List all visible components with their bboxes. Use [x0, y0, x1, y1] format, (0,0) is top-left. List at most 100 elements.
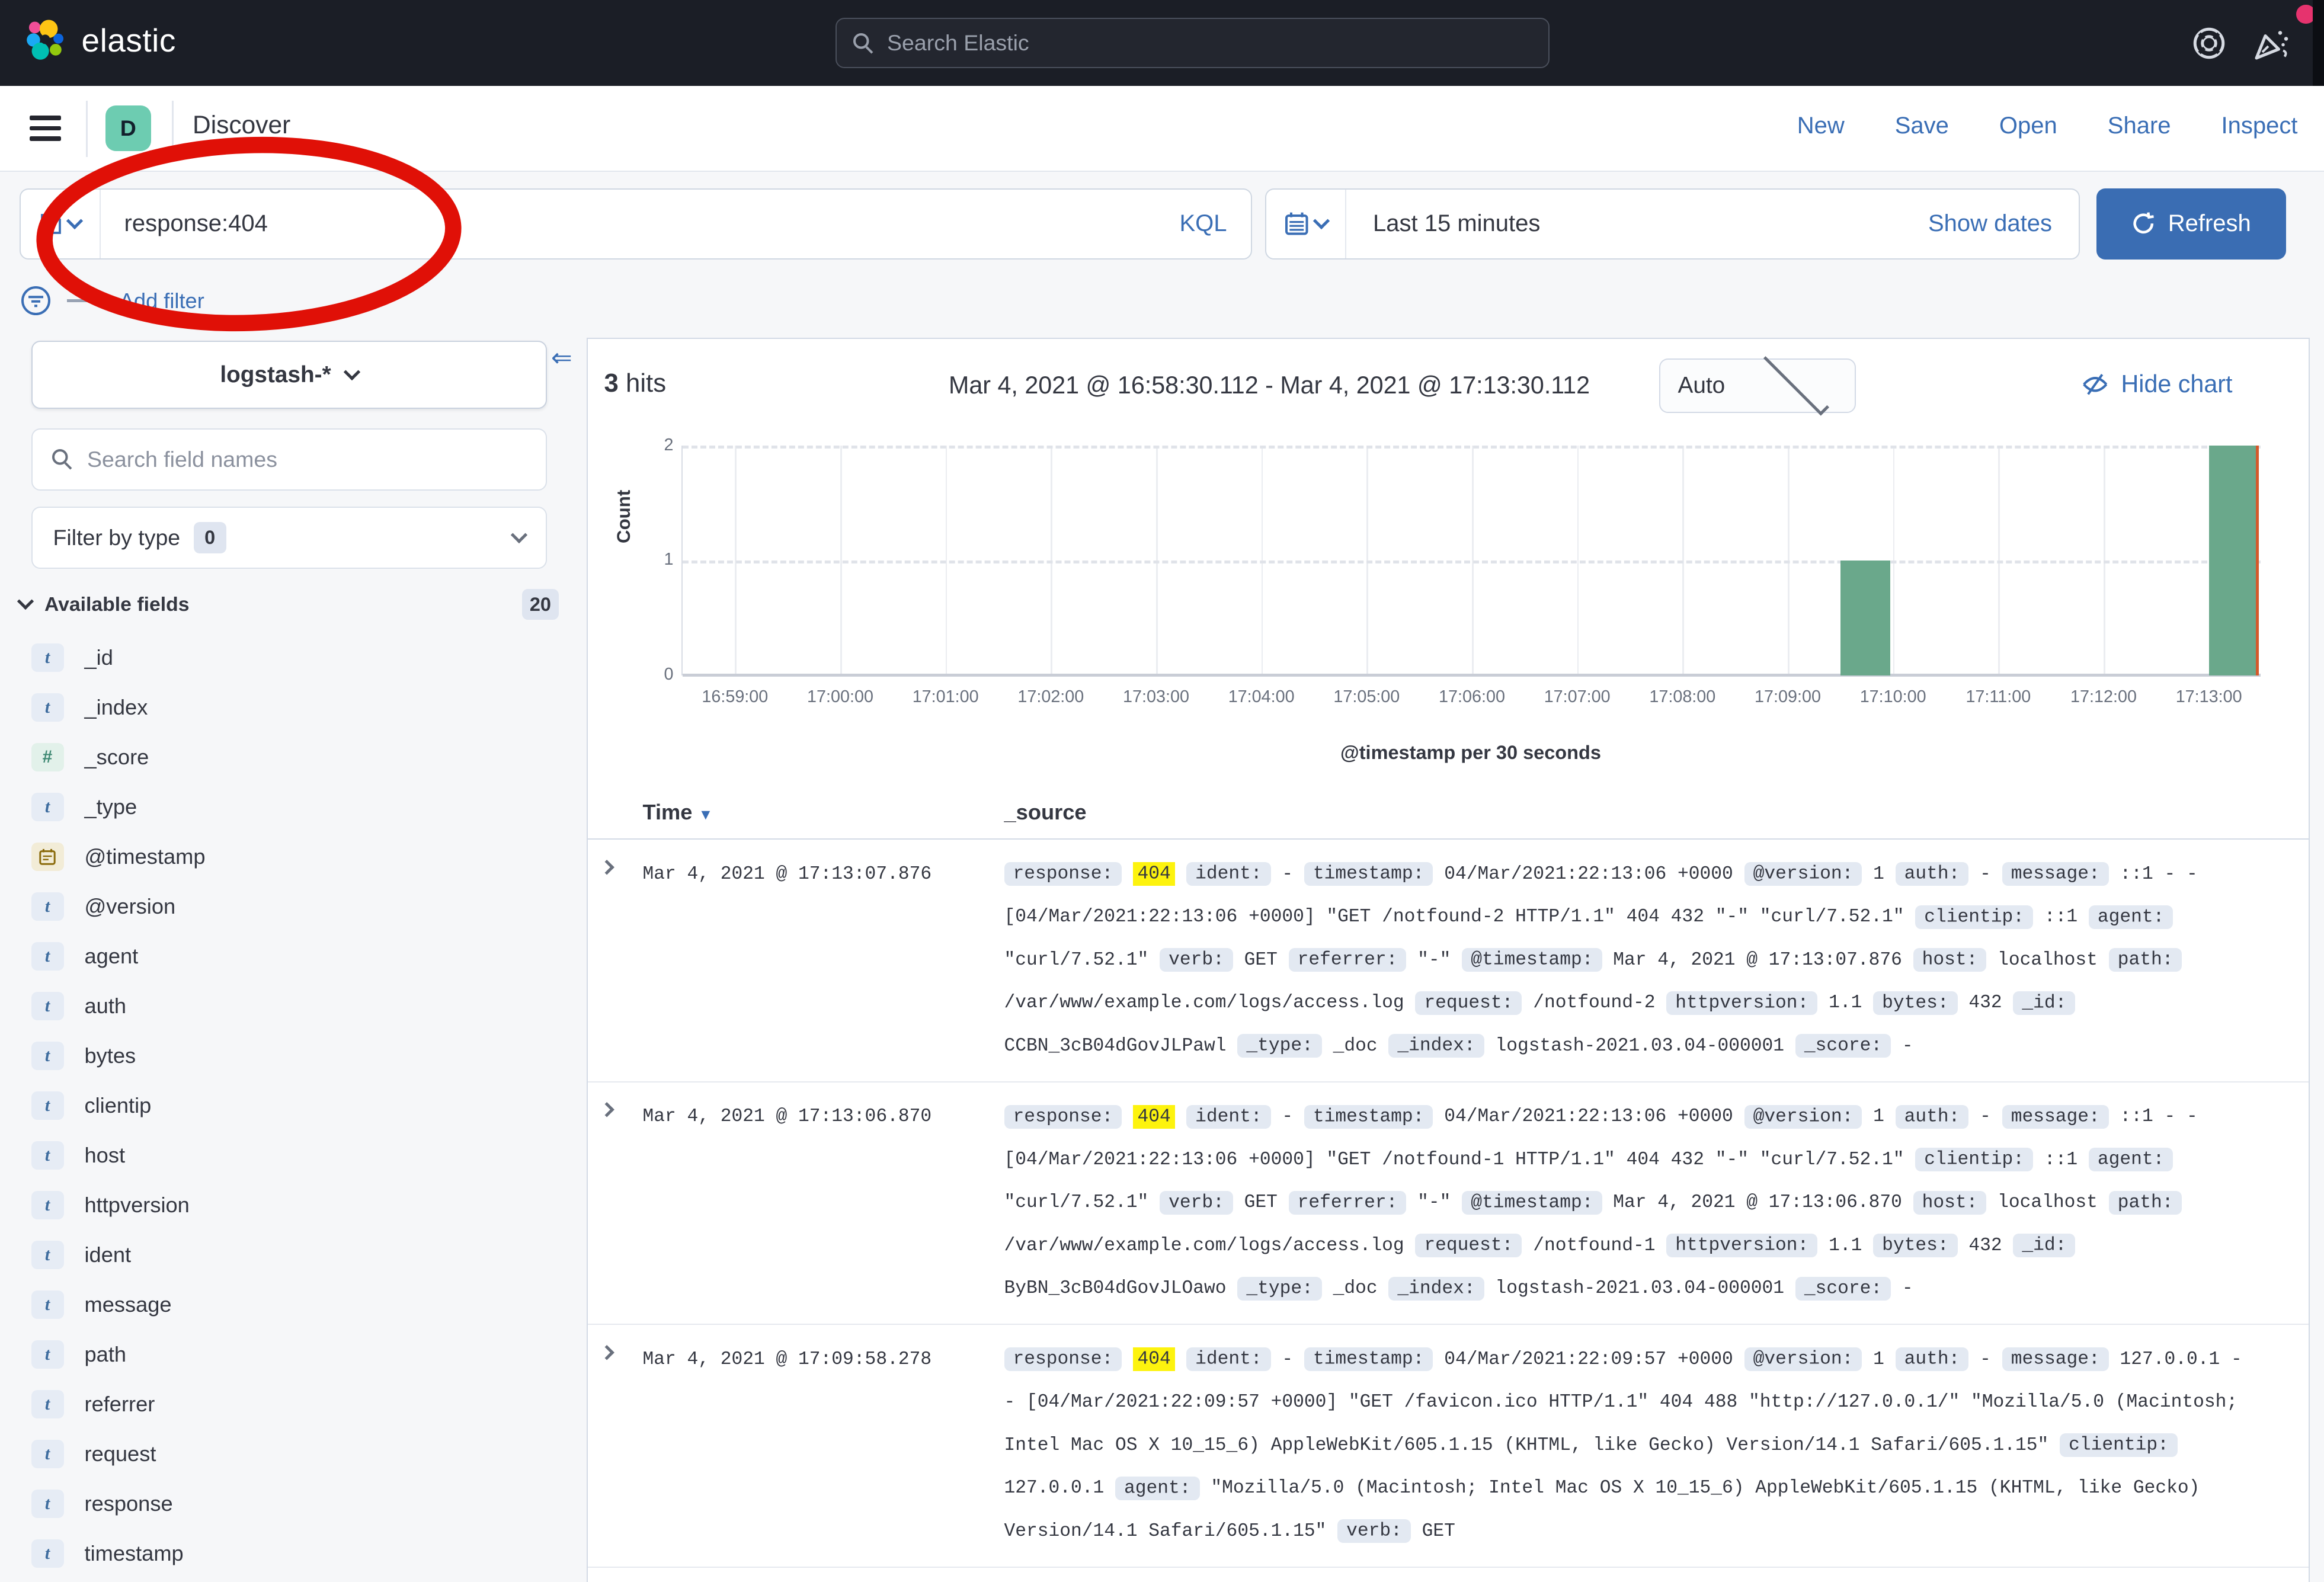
app-header: D Discover NewSaveOpenShareInspect	[0, 86, 2324, 172]
expand-row-icon[interactable]	[599, 860, 614, 875]
field-item-timestamp[interactable]: @timestamp	[31, 842, 559, 872]
add-filter-button[interactable]: + Add filter	[103, 289, 204, 313]
interval-select[interactable]: Auto	[1659, 358, 1856, 414]
field-item-ident[interactable]: tident	[31, 1240, 559, 1270]
collapse-sidebar-icon[interactable]: ⇐	[551, 344, 572, 373]
field-key-badge: @version:	[1744, 862, 1862, 886]
field-value: "-"	[1417, 1192, 1451, 1213]
date-quick-select-button[interactable]	[1266, 190, 1346, 258]
field-name-label: _score	[85, 745, 149, 770]
filter-by-type-select[interactable]: Filter by type 0	[31, 507, 547, 569]
column-header-source[interactable]: _source	[1004, 800, 1087, 825]
toolbar-link-open[interactable]: Open	[1999, 113, 2057, 139]
histogram-bar[interactable]	[2209, 446, 2259, 675]
x-tick-label: 17:10:00	[1841, 687, 1945, 707]
field-item-httpversion[interactable]: thttpversion	[31, 1190, 559, 1220]
scrollbar[interactable]	[2313, 0, 2324, 86]
time-range-value[interactable]: Last 15 minutes	[1346, 210, 1928, 237]
field-item-host[interactable]: thost	[31, 1141, 559, 1170]
query-language-button[interactable]: KQL	[1179, 210, 1250, 237]
field-item-request[interactable]: trequest	[31, 1439, 559, 1469]
field-key-badge: referrer:	[1289, 1191, 1407, 1215]
field-value: 04/Mar/2021:22:09:57 +0000	[1444, 1349, 1733, 1370]
toolbar-link-new[interactable]: New	[1797, 113, 1845, 139]
y-axis-label: Count	[613, 490, 635, 543]
calendar-icon	[1284, 211, 1310, 236]
y-tick-label: 2	[650, 435, 674, 455]
field-type-icon: t	[31, 1340, 64, 1369]
field-key-badge: message:	[2002, 862, 2109, 886]
field-value: "-"	[1417, 950, 1451, 971]
show-dates-button[interactable]: Show dates	[1928, 210, 2079, 237]
x-tick-label: 17:12:00	[2052, 687, 2156, 707]
toolbar-link-save[interactable]: Save	[1895, 113, 1949, 139]
available-fields-label: Available fields	[44, 593, 189, 616]
field-key-badge: verb:	[1337, 1519, 1411, 1543]
expand-row-icon[interactable]	[599, 1102, 614, 1117]
field-item-index[interactable]: t_index	[31, 693, 559, 722]
x-tick-label: 17:05:00	[1315, 687, 1419, 707]
field-name-label: response	[85, 1491, 173, 1516]
field-key-badge: agent:	[2089, 905, 2173, 929]
hide-chart-label: Hide chart	[2121, 370, 2233, 398]
field-item-type[interactable]: t_type	[31, 792, 559, 822]
saved-query-menu-button[interactable]	[21, 190, 101, 258]
chevron-down-icon	[344, 363, 360, 380]
field-key-badge: _score:	[1795, 1034, 1891, 1058]
field-value: "curl/7.52.1"	[1004, 950, 1149, 971]
field-item-clientip[interactable]: tclientip	[31, 1091, 559, 1120]
field-type-icon: t	[31, 1042, 64, 1070]
field-type-icon: t	[31, 1390, 64, 1418]
x-tick-label: 17:13:00	[2157, 687, 2261, 707]
toolbar-link-inspect[interactable]: Inspect	[2221, 113, 2298, 139]
save-query-icon	[39, 212, 63, 236]
field-item-response[interactable]: tresponse	[31, 1489, 559, 1519]
index-pattern-select[interactable]: logstash-*	[31, 341, 547, 409]
field-item-id[interactable]: t_id	[31, 643, 559, 672]
field-key-badge: message:	[2002, 1347, 2109, 1371]
refresh-button[interactable]: Refresh	[2096, 188, 2286, 260]
refresh-icon	[2131, 211, 2156, 236]
field-key-badge: auth:	[1896, 1105, 1969, 1129]
field-key-badge: agent:	[1115, 1477, 1200, 1500]
field-item-message[interactable]: tmessage	[31, 1290, 559, 1320]
field-value: -	[1282, 1349, 1293, 1370]
field-value: ::1	[2044, 1149, 2077, 1170]
document-table: Mar 4, 2021 @ 17:13:07.876response: 404 …	[588, 840, 2309, 1568]
top-chrome-bar: elastic Search Elastic	[0, 0, 2324, 86]
discover-app-badge[interactable]: D	[105, 105, 152, 152]
field-item-path[interactable]: tpath	[31, 1340, 559, 1369]
field-value: "curl/7.52.1"	[1004, 1192, 1149, 1213]
whats-new-icon[interactable]	[2251, 23, 2292, 64]
field-name-label: _id	[85, 645, 113, 670]
field-item-bytes[interactable]: tbytes	[31, 1041, 559, 1071]
help-icon[interactable]	[2188, 23, 2230, 64]
elastic-logo[interactable]: elastic	[24, 18, 176, 62]
hide-chart-button[interactable]: Hide chart	[2081, 370, 2233, 399]
brand-wordmark: elastic	[82, 21, 176, 59]
menu-icon[interactable]	[30, 116, 61, 141]
expand-row-icon[interactable]	[599, 1345, 614, 1360]
field-value: _doc	[1333, 1036, 1378, 1056]
field-item-score[interactable]: #_score	[31, 742, 559, 772]
search-icon	[852, 31, 875, 55]
histogram-bar[interactable]	[1840, 561, 1890, 675]
field-key-badge: path:	[2109, 1191, 2182, 1215]
toolbar-link-share[interactable]: Share	[2108, 113, 2171, 139]
column-header-time[interactable]: Time ▼	[643, 800, 713, 825]
field-type-icon: t	[31, 1440, 64, 1468]
doc-timestamp: Mar 4, 2021 @ 17:13:07.876	[643, 853, 932, 896]
filter-icon[interactable]	[20, 284, 52, 317]
global-search-input[interactable]: Search Elastic	[836, 18, 1550, 68]
field-item-referrer[interactable]: treferrer	[31, 1389, 559, 1419]
query-input[interactable]: response:404	[101, 210, 1180, 237]
y-tick-label: 0	[650, 665, 674, 684]
field-search-input[interactable]: Search field names	[31, 428, 547, 491]
x-tick-label: 17:08:00	[1631, 687, 1734, 707]
field-item-auth[interactable]: tauth	[31, 991, 559, 1021]
histogram-chart[interactable]: 16:59:0017:00:0017:01:0017:02:0017:03:00…	[681, 446, 2261, 675]
field-item-timestamp[interactable]: ttimestamp	[31, 1539, 559, 1568]
field-item-agent[interactable]: tagent	[31, 941, 559, 971]
available-fields-header[interactable]: Available fields 20	[20, 587, 559, 622]
field-item-version[interactable]: t@version	[31, 892, 559, 921]
